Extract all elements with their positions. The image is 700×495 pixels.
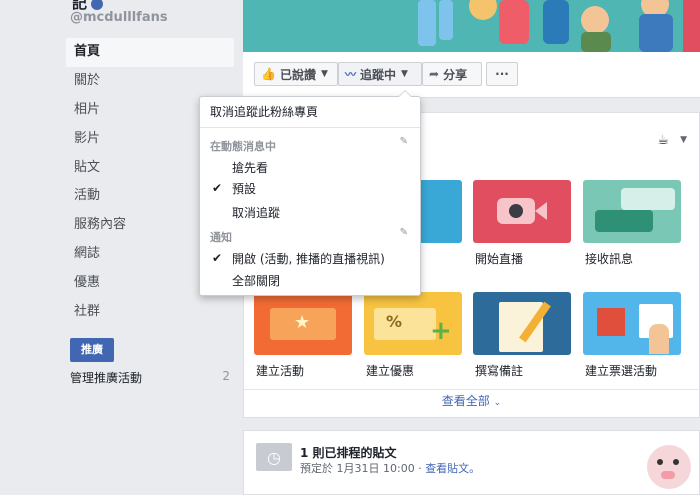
following-label: 追蹤中 — [360, 67, 397, 82]
liked-label: 已說讚 — [279, 67, 316, 82]
tile-messages[interactable]: 接收訊息 — [583, 180, 681, 267]
page-handle[interactable]: @mcdulllfans — [70, 10, 168, 25]
tile-create-offer[interactable]: % + 建立優惠 — [364, 292, 462, 379]
mascot-watermark — [645, 443, 693, 491]
following-button[interactable]: 〰 追蹤中 ▼ — [338, 62, 422, 86]
view-posts-link[interactable]: 查看貼文。 — [425, 462, 480, 475]
chevron-down-icon: ⌄ — [493, 398, 502, 408]
dropdown-arrow — [398, 90, 412, 97]
following-dropdown-menu: 取消追蹤此粉絲專頁 在動態消息中 ✎ 搶先看 ✔ 預設 取消追蹤 通知 ✎ ✔ … — [199, 90, 421, 296]
chevron-down-icon: ▼ — [401, 69, 408, 79]
share-button[interactable]: ➦ 分享 — [422, 62, 482, 86]
liked-button[interactable]: 👍 已說讚 ▼ — [254, 62, 338, 86]
tile-go-live[interactable]: 開始直播 — [473, 180, 571, 267]
all-off-item[interactable]: 全部關閉 — [200, 271, 452, 291]
tile-create-event[interactable]: ★ 建立活動 — [254, 292, 352, 379]
default-item[interactable]: 預設 — [200, 179, 452, 199]
unfollow-page-item[interactable]: 取消追蹤此粉絲專頁 — [200, 102, 430, 122]
tile-create-event-image: ★ — [254, 292, 352, 355]
tile-create-poll[interactable]: 建立票選活動 — [583, 292, 681, 379]
dropdown-divider — [200, 127, 420, 128]
in-feed-header: 在動態消息中 — [210, 140, 276, 153]
share-arrow-icon: ➦ — [429, 67, 440, 81]
tile-messages-label: 接收訊息 — [585, 252, 634, 266]
scheduled-posts-panel: ◷ 1 則已排程的貼文 預定於 1月31日 10:00 · 查看貼文。 — [243, 430, 700, 495]
scheduled-detail: 預定於 1月31日 10:00 · 查看貼文。 — [300, 460, 480, 476]
see-first-item[interactable]: 搶先看 — [200, 158, 452, 178]
notifications-header: 通知 — [210, 231, 232, 244]
pencil-icon[interactable]: ✎ — [400, 227, 408, 238]
unfollow-feed-item[interactable]: 取消追蹤 — [200, 203, 452, 223]
sidebar-item-home[interactable]: 首頁 — [66, 38, 234, 67]
tile-messages-image — [583, 180, 681, 243]
tile-write-note[interactable]: 撰寫備註 — [473, 292, 571, 379]
rss-icon: 〰 — [345, 68, 356, 81]
tile-write-note-image — [473, 292, 571, 355]
cover-photo[interactable] — [243, 0, 700, 52]
cover-illustration — [243, 0, 700, 52]
notifications-on-item[interactable]: 開啟 (活動, 推播的直播視訊) — [200, 249, 452, 269]
more-button[interactable]: ··· — [486, 62, 518, 86]
pencil-icon[interactable]: ✎ — [400, 136, 408, 147]
chevron-down-icon: ▼ — [320, 69, 328, 79]
tile-go-live-image — [473, 180, 571, 243]
promotions-count: 2 — [222, 369, 230, 383]
tile-create-offer-label: 建立優惠 — [366, 364, 415, 378]
tile-create-poll-image — [583, 292, 681, 355]
page-action-bar: 👍 已說讚 ▼ 〰 追蹤中 ▼ ➦ 分享 ··· — [243, 52, 700, 98]
promote-button[interactable]: 推廣 — [70, 338, 114, 362]
tile-create-offer-image: % + — [364, 292, 462, 355]
manage-promotions-link[interactable]: 管理推廣活動 2 — [70, 369, 230, 386]
profile-sticker-icon[interactable]: ☕ — [657, 133, 669, 148]
see-all-link[interactable]: 查看全部 ⌄ — [243, 392, 700, 409]
chevron-down-icon[interactable]: ▼ — [680, 135, 687, 145]
tile-write-note-label: 撰寫備註 — [475, 364, 524, 378]
sidebar-item-about[interactable]: 關於 — [66, 67, 234, 96]
tile-go-live-label: 開始直播 — [475, 252, 524, 266]
manage-promotions-label: 管理推廣活動 — [70, 371, 143, 385]
verified-icon — [91, 0, 104, 10]
scheduled-time: 預定於 1月31日 10:00 · — [300, 462, 422, 475]
see-all-label: 查看全部 — [441, 394, 490, 408]
scheduled-title: 1 則已排程的貼文 — [300, 446, 397, 460]
share-label: 分享 — [443, 67, 468, 82]
card-divider — [244, 389, 699, 390]
tile-create-poll-label: 建立票選活動 — [585, 364, 658, 378]
thumbs-up-icon: 👍 — [261, 67, 276, 81]
clock-icon: ◷ — [256, 443, 292, 471]
tile-create-event-label: 建立活動 — [256, 364, 305, 378]
sidebar-item-community[interactable]: 社群 — [66, 298, 234, 327]
